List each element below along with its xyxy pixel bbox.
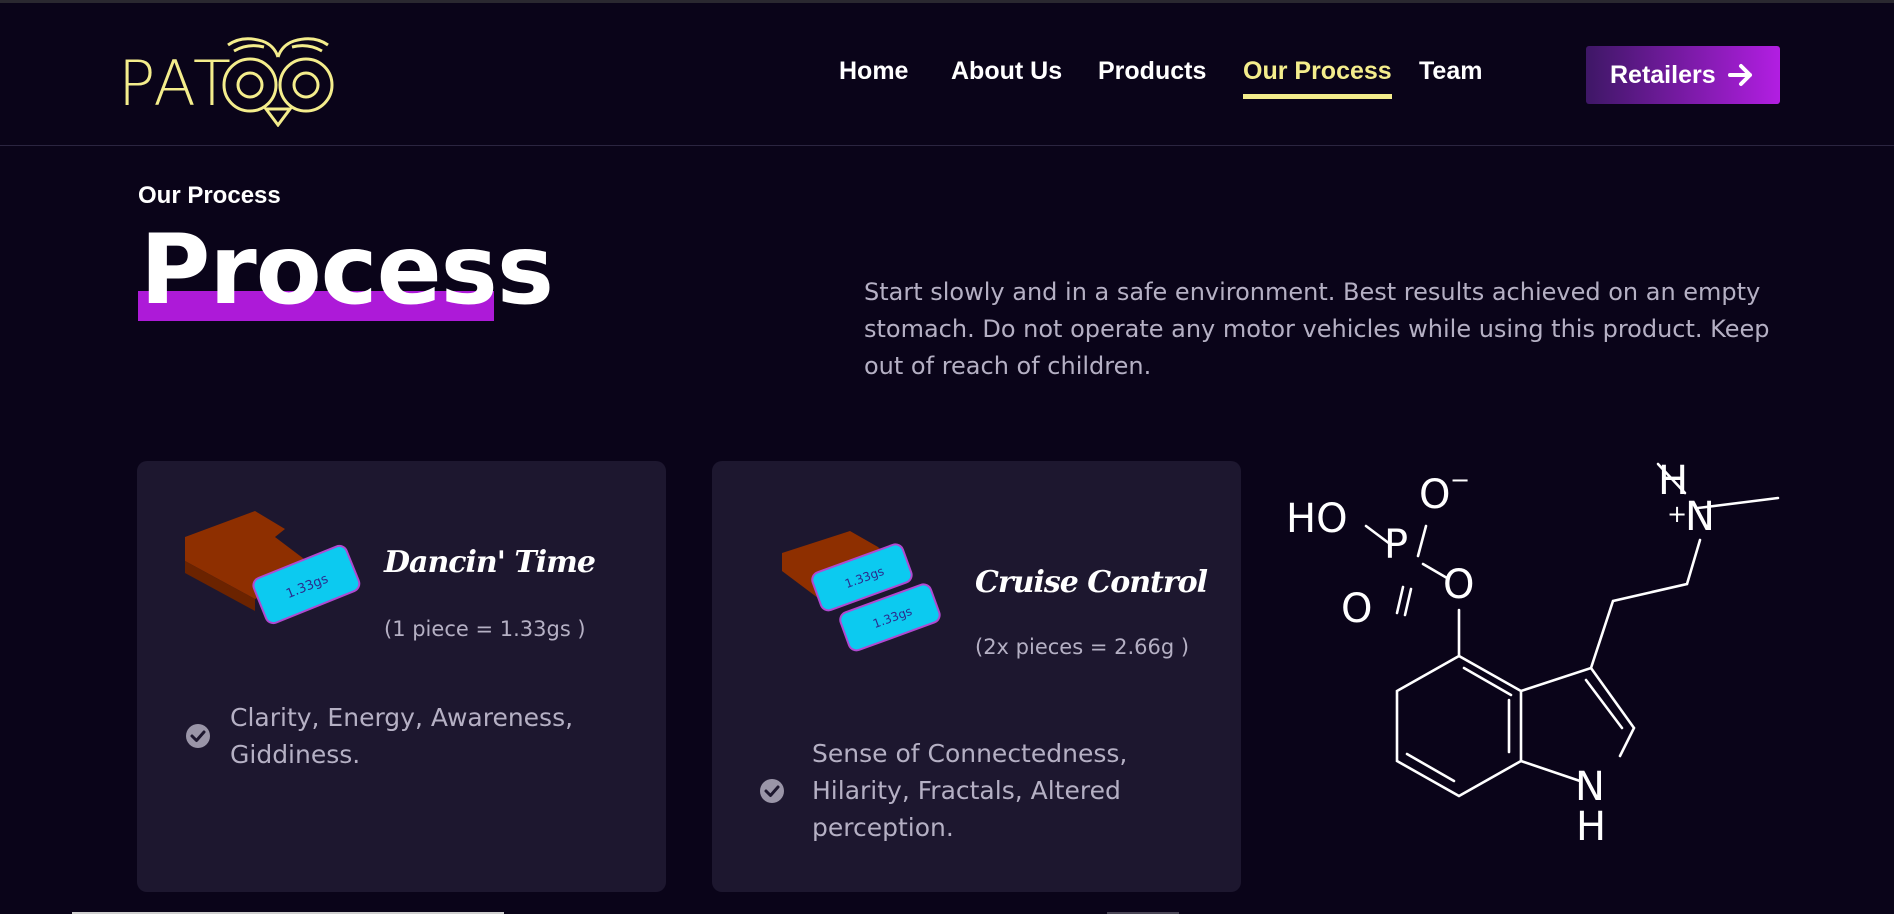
retailers-button[interactable]: Retailers (1586, 46, 1780, 104)
patoo-logo[interactable]: PAT (118, 29, 334, 127)
mol-ho: HO (1286, 496, 1348, 542)
intro-text: Start slowly and in a safe environment. … (864, 278, 1770, 380)
mol-h-top: H (1658, 458, 1688, 504)
nav-home[interactable]: Home (839, 57, 908, 86)
check-circle-icon (186, 724, 210, 748)
chocolate-bar-icon: 1.33gs 1.33gs (782, 531, 941, 652)
card-dose: (2x pieces = 2.66g ) (975, 635, 1190, 659)
mol-o-minus: O (1419, 472, 1450, 518)
check-circle-icon (760, 779, 784, 803)
card-effects: Sense of Connectedness, Hilarity, Fracta… (812, 739, 1128, 842)
owl-eyes-icon (222, 37, 334, 127)
page-title-block: Process (138, 222, 554, 322)
card-dose: (1 piece = 1.33gs ) (384, 617, 586, 641)
mol-o-ester: O (1443, 562, 1474, 608)
retailers-label: Retailers (1610, 60, 1716, 89)
molecule-diagram: HO O − P O O H + N N H (1286, 458, 1780, 850)
mol-p: P (1384, 522, 1408, 568)
nav-our-process[interactable]: Our Process (1243, 57, 1392, 99)
nav-team[interactable]: Team (1419, 57, 1482, 86)
mol-o-double: O (1341, 586, 1372, 632)
arrow-right-icon (1728, 64, 1752, 86)
chocolate-bar-icon: 1.33gs (185, 511, 361, 625)
mol-n-plus: N (1685, 494, 1715, 540)
card-title: Dancin' Time (384, 545, 596, 580)
nav-about-us[interactable]: About Us (951, 57, 1062, 86)
card-title: Cruise Control (975, 565, 1208, 600)
mol-h-ring: H (1576, 804, 1606, 850)
nav-products[interactable]: Products (1098, 57, 1206, 86)
section-eyebrow: Our Process (138, 182, 281, 209)
logo-text: PAT (118, 47, 233, 120)
product-card-cruise-control: 1.33gs 1.33gs Cruise Control (2x pieces … (712, 461, 1241, 892)
page-title: Process (140, 214, 554, 326)
mol-minus: − (1450, 466, 1470, 494)
card-effects: Clarity, Energy, Awareness, Giddiness. (230, 703, 574, 769)
site-header: PAT Home About Us Products Our Process T… (0, 3, 1894, 146)
product-card-dancin-time: 1.33gs Dancin' Time (1 piece = 1.33gs ) … (137, 461, 666, 892)
